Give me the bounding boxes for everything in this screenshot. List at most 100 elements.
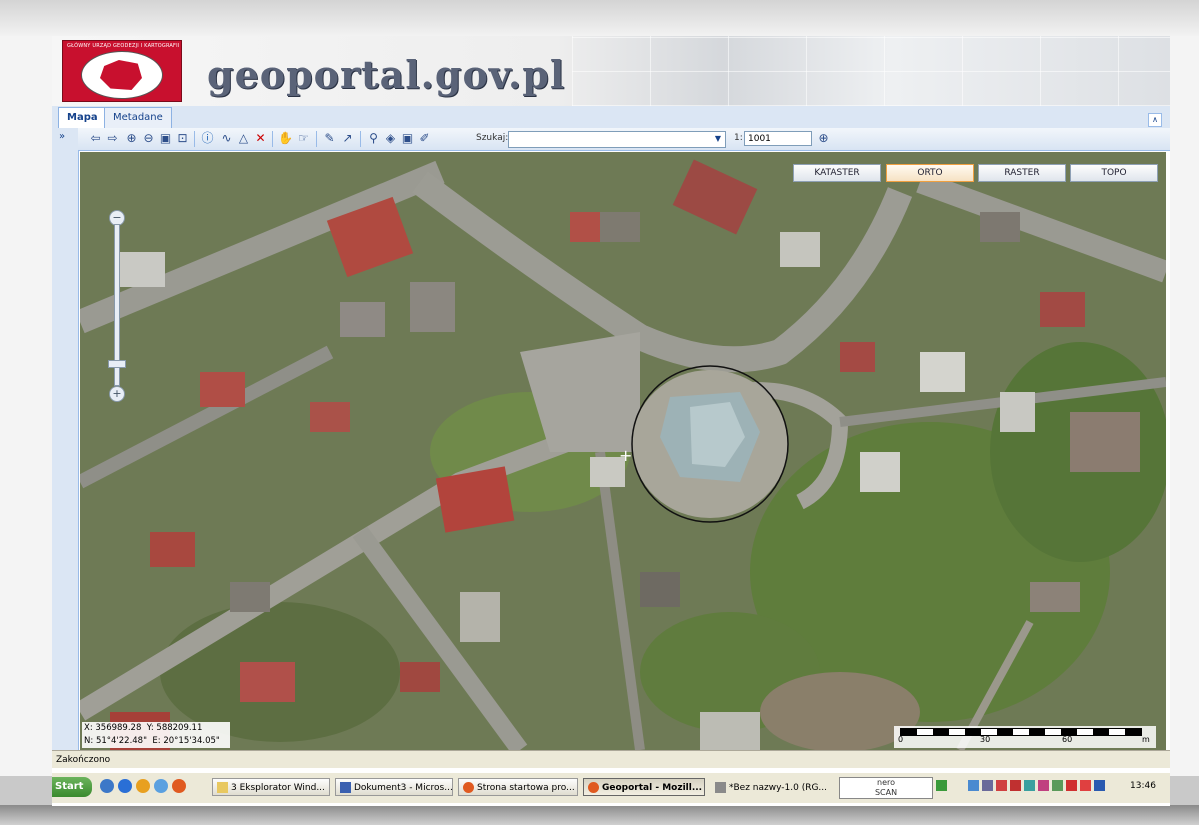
scale-bar-ticks: [900, 728, 1142, 736]
scan-margin-right: [1170, 36, 1199, 776]
clear-measure-icon[interactable]: ✕: [253, 131, 268, 146]
toolbar-separator: [316, 131, 317, 147]
clock: 13:46: [1130, 781, 1156, 791]
task-label: 3 Eksplorator Wind...: [231, 783, 325, 793]
scan-margin-left: [0, 36, 52, 776]
firefox-icon: [463, 782, 474, 793]
tray-app-icon[interactable]: [1038, 780, 1049, 791]
e-value: 20°15'34.05": [163, 736, 220, 746]
scale-label-0: 0: [898, 735, 904, 744]
info-icon[interactable]: ⓘ: [200, 131, 215, 146]
edit-icon[interactable]: ✎: [322, 131, 337, 146]
x-label: X:: [84, 723, 93, 733]
scale-zoom-icon[interactable]: ⊕: [816, 131, 831, 146]
scale-label-30: 30: [980, 735, 991, 744]
toolbar-separator: [272, 131, 273, 147]
y-label: Y:: [146, 723, 154, 733]
messenger-icon[interactable]: [154, 779, 168, 793]
firefox-icon: [588, 782, 599, 793]
scale-bar: 0 30 60 m: [894, 726, 1156, 748]
layer-button-orto[interactable]: ORTO: [886, 164, 974, 182]
gugik-logo[interactable]: GŁÓWNY URZĄD GEODEZJI I KARTOGRAFII: [62, 40, 182, 102]
expand-panel-icon[interactable]: »: [59, 131, 65, 142]
measure-area-icon[interactable]: △: [236, 131, 251, 146]
n-label: N:: [84, 736, 94, 746]
go-arrow-icon[interactable]: [936, 780, 947, 791]
site-title: geoportal.gov.pl: [207, 52, 566, 97]
tab-mapa[interactable]: Mapa: [58, 107, 107, 128]
task-label: Strona startowa pro...: [477, 783, 575, 793]
tray-sync-icon[interactable]: [982, 780, 993, 791]
scale-unit: m: [1142, 735, 1150, 744]
scan-margin-bottom: [0, 805, 1199, 825]
nero-scan-box[interactable]: nero SCAN: [839, 777, 933, 799]
export-icon[interactable]: ↗: [340, 131, 355, 146]
media-player-icon[interactable]: [136, 779, 150, 793]
scale-prefix: 1:: [734, 133, 743, 143]
header-banner: GŁÓWNY URZĄD GEODEZJI I KARTOGRAFII geop…: [52, 36, 1170, 106]
tray-badge-icon[interactable]: [1010, 780, 1021, 791]
zoom-extent-icon[interactable]: ⊡: [175, 131, 190, 146]
tab-bar: Mapa Metadane ∧: [52, 106, 1170, 129]
back-arrow-icon[interactable]: ⇦: [88, 131, 103, 146]
firefox-icon[interactable]: [172, 779, 186, 793]
browser-status-bar: Zakończono: [52, 750, 1170, 768]
crosshair-cursor-icon: +: [619, 446, 633, 465]
logo-text: GŁÓWNY URZĄD GEODEZJI I KARTOGRAFII: [67, 43, 180, 49]
layer-button-kataster[interactable]: KATASTER: [793, 164, 881, 182]
zoom-in-icon[interactable]: +: [109, 386, 125, 402]
task-label: *Bez nazwy-1.0 (RG...: [729, 783, 828, 793]
map-viewport[interactable]: − + KATASTER ORTO RASTER TOPO + X: 35698…: [80, 152, 1166, 750]
zoom-box-icon[interactable]: ▣: [158, 131, 173, 146]
layer-button-topo[interactable]: TOPO: [1070, 164, 1158, 182]
select-icon[interactable]: ☞: [296, 131, 311, 146]
tray-volume-icon[interactable]: [1052, 780, 1063, 791]
folder-icon: [217, 782, 228, 793]
tray-update-icon[interactable]: [1024, 780, 1035, 791]
taskbar-item-start-page[interactable]: Strona startowa pro...: [458, 778, 578, 796]
pan-hand-icon[interactable]: ✋: [278, 131, 293, 146]
tray-k-icon[interactable]: [1066, 780, 1077, 791]
chevron-down-icon[interactable]: ▼: [712, 132, 724, 146]
collapse-header-icon[interactable]: ∧: [1148, 113, 1162, 127]
measure-line-icon[interactable]: ∿: [219, 131, 234, 146]
tray-alert-icon[interactable]: [1080, 780, 1091, 791]
coordinates-readout: X: 356989.28 Y: 588209.11 N: 51°4'22.48"…: [82, 722, 230, 748]
taskbar-item-explorer[interactable]: 3 Eksplorator Wind...: [212, 778, 330, 796]
forward-arrow-icon[interactable]: ⇨: [105, 131, 120, 146]
taskbar-item-paint[interactable]: *Bez nazwy-1.0 (RG...: [710, 778, 832, 796]
scale-input[interactable]: 1001: [744, 131, 812, 146]
task-label: Geoportal - Mozill...: [602, 783, 703, 793]
search-input[interactable]: [508, 131, 726, 148]
paint-icon: [715, 782, 726, 793]
task-label: Dokument3 - Micros...: [354, 783, 453, 793]
zoom-in-icon[interactable]: ⊕: [124, 131, 139, 146]
status-text: Zakończono: [56, 755, 111, 765]
x-value: 356989.28: [95, 723, 142, 733]
tab-metadane[interactable]: Metadane: [104, 107, 172, 128]
layers-icon[interactable]: ◈: [383, 131, 398, 146]
start-button[interactable]: Start: [52, 777, 92, 797]
n-value: 51°4'22.48": [95, 736, 147, 746]
browser-window: GŁÓWNY URZĄD GEODEZJI I KARTOGRAFII geop…: [52, 36, 1170, 806]
toolbar-separator: [360, 131, 361, 147]
y-value: 588209.11: [156, 723, 203, 733]
scan-margin-top: [0, 0, 1199, 36]
tray-network-icon[interactable]: [968, 780, 979, 791]
show-desktop-icon[interactable]: [100, 779, 114, 793]
map-toolbar: ⇦ ⇨ ⊕ ⊖ ▣ ⊡ ⓘ ∿ △ ✕ ✋ ☞ ✎ ↗ ⚲ ◈ ▣ ✐ Szuk…: [78, 128, 1170, 151]
coords-line-ne: N: 51°4'22.48" E: 20°15'34.05": [84, 735, 230, 748]
draw-icon[interactable]: ✐: [417, 131, 432, 146]
zoom-slider-handle[interactable]: [108, 360, 126, 368]
layer-button-raster[interactable]: RASTER: [978, 164, 1066, 182]
nero-sublabel: SCAN: [874, 788, 898, 797]
tray-antivirus-icon[interactable]: [996, 780, 1007, 791]
windows-taskbar: Start 3 Eksplorator Wind... Dokument3 - …: [52, 772, 1170, 803]
save-icon[interactable]: ▣: [400, 131, 415, 146]
internet-explorer-icon[interactable]: [118, 779, 132, 793]
taskbar-item-word[interactable]: Dokument3 - Micros...: [335, 778, 453, 796]
taskbar-item-geoportal[interactable]: Geoportal - Mozill...: [583, 778, 705, 796]
zoom-out-icon[interactable]: ⊖: [141, 131, 156, 146]
search-icon[interactable]: ⚲: [366, 131, 381, 146]
tray-play-icon[interactable]: [1094, 780, 1105, 791]
